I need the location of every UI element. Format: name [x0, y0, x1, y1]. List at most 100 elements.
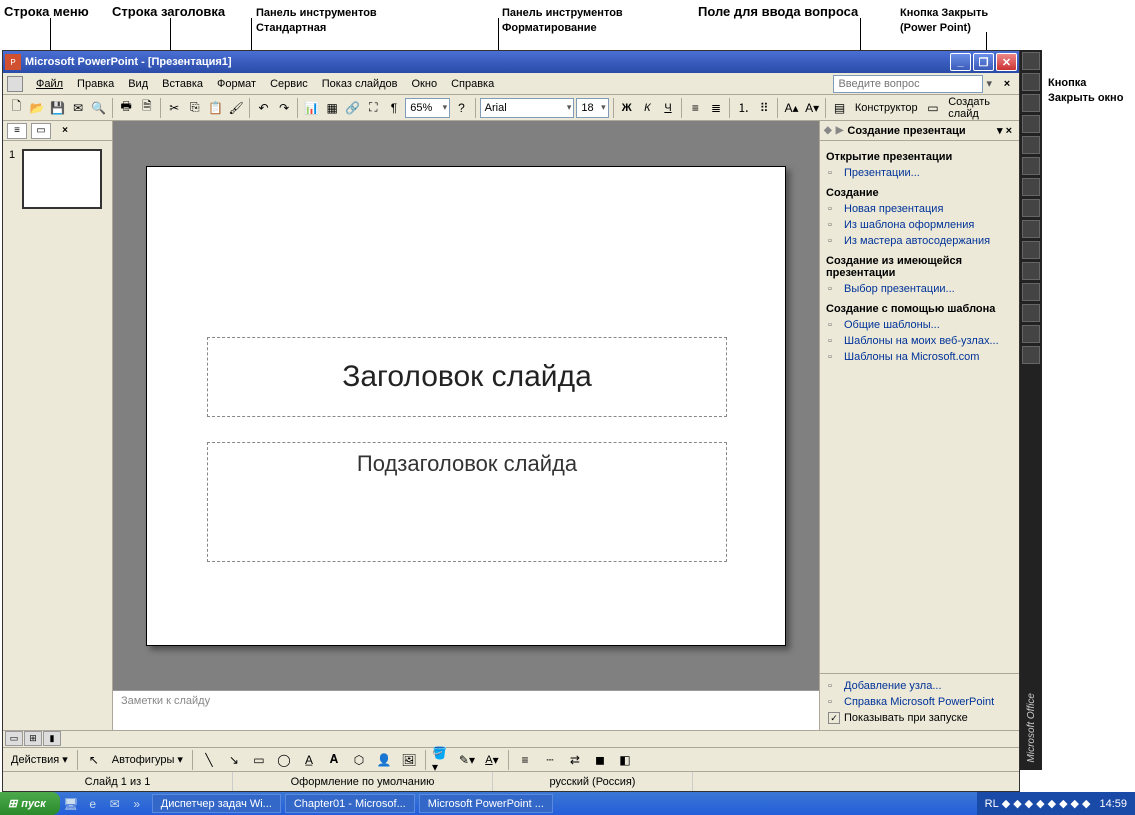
office-tasks-icon[interactable]	[1022, 115, 1040, 133]
underline-icon[interactable]: Ч	[659, 97, 678, 119]
tray-icon[interactable]: ◆	[1013, 797, 1021, 810]
paste-icon[interactable]: 📋	[206, 97, 225, 119]
taskpane-title[interactable]: Создание презентаци	[847, 125, 997, 137]
menu-file[interactable]: Файл	[29, 76, 70, 92]
font-select[interactable]: Arial	[480, 98, 575, 118]
quicklaunch-outlook-icon[interactable]: ✉	[104, 793, 126, 815]
question-dropdown-icon[interactable]: ▾	[983, 77, 995, 90]
quicklaunch-desktop-icon[interactable]: 🖥	[60, 793, 82, 815]
font-size-select[interactable]: 18	[576, 98, 608, 118]
quicklaunch-ie-icon[interactable]: e	[82, 793, 104, 815]
tray-icon[interactable]: ◆	[1025, 797, 1033, 810]
office-ppt-icon[interactable]	[1022, 241, 1040, 259]
dash-style-icon[interactable]: ┄	[539, 749, 561, 771]
cut-icon[interactable]: ✂	[165, 97, 184, 119]
bullet-list-icon[interactable]: ⠿	[755, 97, 774, 119]
office-publisher-icon[interactable]	[1022, 283, 1040, 301]
office-frontpage-icon[interactable]	[1022, 304, 1040, 322]
tray-icon[interactable]: ◆	[1036, 797, 1044, 810]
slide-canvas[interactable]: Заголовок слайда Подзаголовок слайда	[113, 121, 819, 690]
taskpane-close-button[interactable]: ×	[1003, 125, 1015, 137]
decrease-font-icon[interactable]: A▾	[803, 97, 822, 119]
notes-pane[interactable]: Заметки к слайду	[113, 690, 819, 730]
font-color-icon[interactable]: A▾	[481, 749, 503, 771]
close-document-button[interactable]: ×	[999, 76, 1015, 92]
expand-icon[interactable]: ⛶	[364, 97, 383, 119]
3d-icon[interactable]: ◧	[614, 749, 636, 771]
rectangle-icon[interactable]: ▭	[248, 749, 270, 771]
chart-icon[interactable]: 📊	[302, 97, 321, 119]
textbox-icon[interactable]: A̲	[298, 749, 320, 771]
oval-icon[interactable]: ◯	[273, 749, 295, 771]
menu-help[interactable]: Справка	[444, 76, 501, 92]
italic-icon[interactable]: К	[638, 97, 657, 119]
new-icon[interactable]: 🗋	[7, 97, 26, 119]
align-center-icon[interactable]: ≣	[707, 97, 726, 119]
menu-view[interactable]: Вид	[121, 76, 155, 92]
question-input[interactable]	[833, 75, 983, 93]
tray-clock[interactable]: 14:59	[1099, 798, 1127, 810]
help-icon[interactable]: ?	[452, 97, 471, 119]
preview-icon[interactable]: 🗎	[137, 97, 156, 119]
quicklaunch-more-icon[interactable]: »	[126, 793, 148, 815]
link-ms-templates[interactable]: Шаблоны на Microsoft.com	[826, 349, 1013, 365]
new-slide-icon[interactable]: ▭	[924, 97, 943, 119]
zoom-select[interactable]: 65%	[405, 98, 450, 118]
align-left-icon[interactable]: ≡	[686, 97, 705, 119]
shadow-icon[interactable]: ◼	[589, 749, 611, 771]
save-icon[interactable]: 💾	[48, 97, 67, 119]
undo-icon[interactable]: ↶	[254, 97, 273, 119]
slideshow-view-button[interactable]: ▮	[43, 731, 61, 746]
close-pane-button[interactable]: ×	[55, 123, 75, 139]
title-placeholder[interactable]: Заголовок слайда	[207, 337, 727, 417]
select-arrow-icon[interactable]: ↖	[83, 749, 105, 771]
tray-icon[interactable]: ◆	[1071, 797, 1079, 810]
office-excel-icon[interactable]	[1022, 220, 1040, 238]
link-choose-presentation[interactable]: Выбор презентации...	[826, 281, 1013, 297]
office-misc-icon[interactable]	[1022, 325, 1040, 343]
taskpane-back-icon[interactable]: ◆	[824, 125, 832, 136]
designer-button[interactable]: Конструктор	[851, 102, 922, 114]
menu-format[interactable]: Формат	[210, 76, 263, 92]
menu-slideshow[interactable]: Показ слайдов	[315, 76, 405, 92]
link-web-templates[interactable]: Шаблоны на моих веб-узлах...	[826, 333, 1013, 349]
designer-icon[interactable]: ▤	[830, 97, 849, 119]
show-formatting-icon[interactable]: ¶	[385, 97, 404, 119]
maximize-button[interactable]: ❐	[973, 53, 994, 71]
clipart-icon[interactable]: 👤	[373, 749, 395, 771]
link-from-wizard[interactable]: Из мастера автосодержания	[826, 233, 1013, 249]
arrow-style-icon[interactable]: ⇄	[564, 749, 586, 771]
tray-icon[interactable]: ◆	[1059, 797, 1067, 810]
office-notes-icon[interactable]	[1022, 157, 1040, 175]
picture-icon[interactable]: 🖼	[398, 749, 420, 771]
subtitle-placeholder[interactable]: Подзаголовок слайда	[207, 442, 727, 562]
actions-menu[interactable]: Действия ▾	[7, 753, 72, 766]
wordart-icon[interactable]: 𝐀	[323, 749, 345, 771]
autoshapes-menu[interactable]: Автофигуры ▾	[108, 753, 187, 766]
slides-tab[interactable]: ▭	[31, 123, 51, 139]
hyperlink-icon[interactable]: 🔗	[343, 97, 362, 119]
table-icon[interactable]: ▦	[323, 97, 342, 119]
menu-insert[interactable]: Вставка	[155, 76, 210, 92]
bold-icon[interactable]: Ж	[617, 97, 636, 119]
increase-font-icon[interactable]: A▴	[782, 97, 801, 119]
office-contacts-icon[interactable]	[1022, 136, 1040, 154]
link-presentations[interactable]: Презентации...	[826, 165, 1013, 181]
taskbar-item-taskmgr[interactable]: Диспетчер задач Wi...	[152, 794, 281, 813]
link-new-presentation[interactable]: Новая презентация	[826, 201, 1013, 217]
redo-icon[interactable]: ↷	[275, 97, 294, 119]
tray-icon[interactable]: ◆	[1002, 797, 1010, 810]
sorter-view-button[interactable]: ⊞	[24, 731, 42, 746]
link-from-template[interactable]: Из шаблона оформления	[826, 217, 1013, 233]
menu-edit[interactable]: Правка	[70, 76, 121, 92]
link-help[interactable]: Справка Microsoft PowerPoint	[826, 694, 1013, 710]
minimize-button[interactable]: _	[950, 53, 971, 71]
office-folder-icon[interactable]	[1022, 52, 1040, 70]
tray-lang[interactable]: RL	[985, 798, 999, 810]
copy-icon[interactable]: ⎘	[186, 97, 205, 119]
office-calendar-icon[interactable]	[1022, 94, 1040, 112]
normal-view-button[interactable]: ▭	[5, 731, 23, 746]
tray-icon[interactable]: ◆	[1082, 797, 1090, 810]
slide[interactable]: Заголовок слайда Подзаголовок слайда	[146, 166, 786, 646]
mail-icon[interactable]: ✉	[69, 97, 88, 119]
